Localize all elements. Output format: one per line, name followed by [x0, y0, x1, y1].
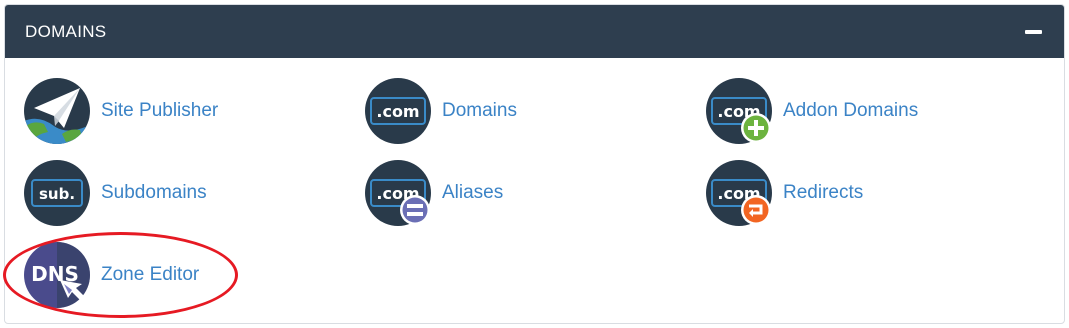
addon-domains-link[interactable]: .com Addon Domains	[706, 78, 918, 144]
aliases-link[interactable]: .com Aliases	[365, 160, 503, 226]
svg-text:sub.: sub.	[39, 185, 75, 203]
item-label: Addon Domains	[783, 100, 919, 121]
paper-plane-globe-icon	[24, 78, 90, 144]
dotcom-icon: .com	[365, 78, 431, 144]
item-label: Subdomains	[101, 182, 207, 203]
domains-link[interactable]: .com Domains	[365, 78, 517, 144]
zone-editor-link[interactable]: DNS Zone Editor	[24, 242, 199, 308]
minus-icon[interactable]	[1024, 23, 1042, 41]
item-label: Domains	[442, 100, 517, 121]
dotcom-equals-icon: .com	[365, 160, 431, 226]
panel-title: DOMAINS	[25, 21, 107, 41]
site-publisher-link[interactable]: Site Publisher	[24, 78, 218, 144]
panel-header: DOMAINS	[5, 5, 1064, 58]
dotcom-redirect-icon: .com	[706, 160, 772, 226]
subdomains-link[interactable]: sub. Subdomains	[24, 160, 207, 226]
dns-icon: DNS	[24, 242, 90, 308]
item-label: Redirects	[783, 182, 864, 203]
item-label: Zone Editor	[101, 264, 200, 285]
svg-text:.com: .com	[376, 102, 419, 121]
item-label: Site Publisher	[101, 100, 219, 121]
redirects-link[interactable]: .com Redirects	[706, 160, 863, 226]
item-label: Aliases	[442, 182, 504, 203]
dotcom-plus-icon: .com	[706, 78, 772, 144]
sub-icon: sub.	[24, 160, 90, 226]
